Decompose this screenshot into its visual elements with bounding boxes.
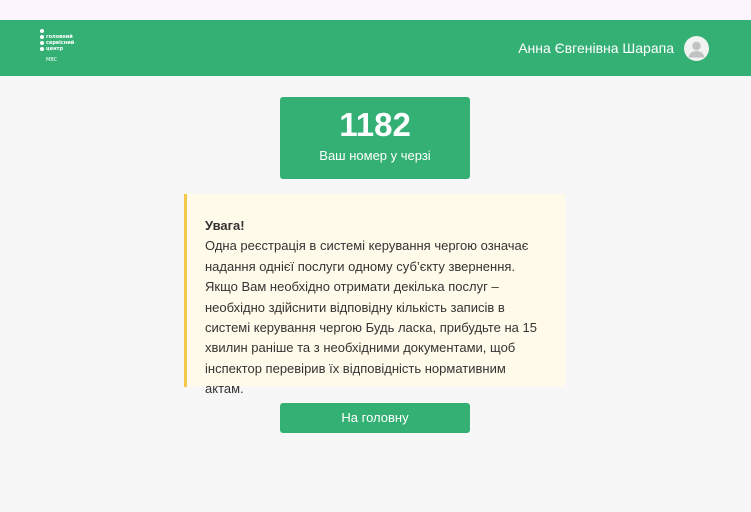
user-name: Анна Євгенівна Шарапа	[518, 40, 674, 56]
home-button[interactable]: На головну	[280, 403, 470, 433]
avatar-silhouette	[688, 41, 705, 58]
queue-number: 1182	[339, 106, 411, 143]
queue-number-label: Ваш номер у черзі	[319, 148, 431, 163]
queue-number-card: 1182 Ваш номер у черзі	[280, 97, 470, 179]
attention-notice: Увага! Одна реєстрація в системі керуван…	[184, 194, 565, 396]
top-strip	[0, 0, 751, 20]
hsc-mvs-logo[interactable]: головний сервісний центр МВС	[39, 29, 87, 65]
notice-text: Одна реєстрація в системі керування черг…	[205, 238, 537, 397]
logo-line: центр	[46, 46, 64, 52]
logo-sub: МВС	[46, 57, 58, 63]
logo-mark-icon	[39, 29, 45, 53]
logo-text: головний сервісний центр	[46, 34, 74, 52]
app-header: головний сервісний центр МВС Анна Євгені…	[0, 20, 751, 76]
notice-title: Увага!	[205, 218, 245, 233]
user-avatar-icon[interactable]	[684, 36, 709, 61]
